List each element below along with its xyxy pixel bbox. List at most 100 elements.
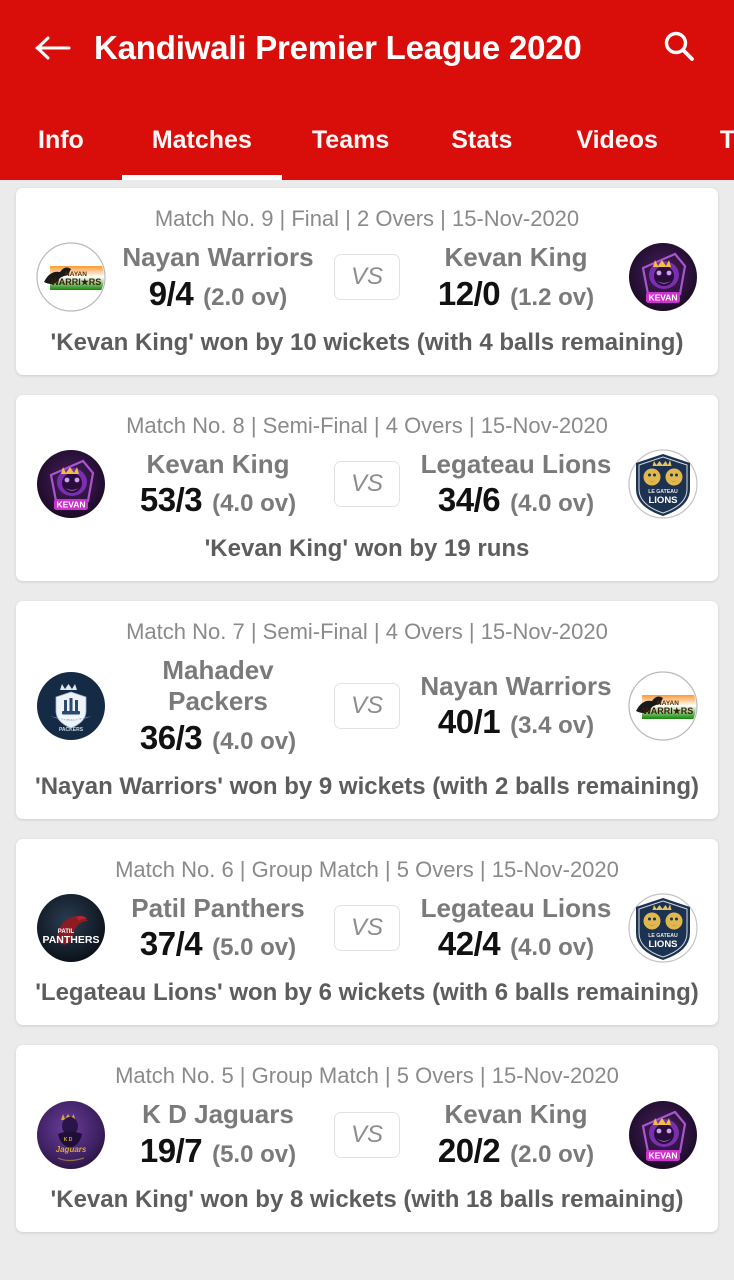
tab-label: Videos — [576, 126, 658, 154]
match-body: PATIL PANTHERS Patil Panthers 37/4 (5.0 ov… — [26, 891, 708, 970]
team-side-right: NAYAN WARRI★RS Nayan Warriors 40/1 (3.4 ov… — [404, 671, 698, 742]
vs-badge: VS — [334, 254, 400, 301]
team-score: 36/3 — [139, 718, 203, 756]
vs-badge: VS — [334, 461, 400, 507]
score-row: 20/2 (2.0 ov) — [438, 1132, 594, 1170]
match-result: 'Nayan Warriors' won by 9 wickets (with … — [34, 772, 700, 800]
svg-text:WARRI★RS: WARRI★RS — [643, 706, 694, 716]
team-block: K D Jaguars 19/7 (5.0 ov) — [106, 1099, 330, 1170]
team-block: Legateau Lions 42/4 (4.0 ov) — [404, 893, 628, 964]
team-name: Nayan Warriors — [420, 670, 612, 701]
tab-label: Teams — [311, 126, 390, 154]
svg-text:KEVAN: KEVAN — [648, 293, 677, 303]
team-side-right: KEVAN Kevan King 12/0 (1.2 ov) — [404, 242, 698, 313]
vs-badge: VS — [334, 905, 400, 952]
arrow-left-icon — [34, 33, 72, 63]
back-button[interactable] — [26, 21, 80, 75]
team-score: 19/7 — [139, 1132, 203, 1170]
team-overs: (1.2 ov) — [510, 283, 595, 311]
tab-active-indicator — [544, 175, 690, 180]
tab-stats[interactable]: Stats — [419, 96, 544, 180]
team-block: Mahadev Packers 36/3 (4.0 ov) — [106, 655, 330, 756]
team-name: K D Jaguars — [142, 1099, 294, 1130]
team-name: Legateau Lions — [420, 448, 612, 479]
score-row: 9/4 (2.0 ov) — [149, 275, 287, 313]
tab-active-indicator — [0, 175, 122, 180]
svg-text:WARRI★RS: WARRI★RS — [51, 277, 102, 287]
tab-label: Tab — [719, 126, 734, 154]
match-card[interactable]: Match No. 7 | Semi-Final | 4 Overs | 15-… — [16, 601, 718, 819]
match-body: K D Jaguars K D Jaguars19/7(5.0 ov)VS — [26, 1097, 708, 1176]
team-name: Patil Panthers — [131, 892, 305, 923]
team-score: 42/4 — [437, 925, 501, 963]
match-card[interactable]: Match No. 9 | Final | 2 Overs | 15-Nov-2… — [16, 188, 718, 375]
score-row: 19/7 (5.0 ov) — [140, 1132, 296, 1170]
search-button[interactable] — [654, 23, 704, 73]
team-side-right: KEVAN Kevan King 20/2 (2.0 ov) — [404, 1099, 698, 1170]
nayan-warriors-logo: NAYAN WARRI★RS — [36, 242, 106, 312]
match-meta: Match No. 5 | Group Match | 5 Overs | 15… — [115, 1063, 619, 1089]
team-score: 53/3 — [139, 481, 203, 519]
team-side-right: LE GATEAU LIONS Legateau Lions 42/4 (4.0 o… — [404, 893, 698, 964]
team-name: Kevan King — [146, 448, 290, 479]
app-bar: Kandiwali Premier League 2020 Info Matche… — [0, 0, 734, 180]
matches-list[interactable]: Match No. 9 | Final | 2 Overs | 15-Nov-2… — [0, 180, 734, 1280]
mahadev-packers-logo: MAHADEV PACKERS — [36, 671, 106, 741]
nayan-warriors-logo: NAYAN WARRI★RS — [628, 671, 698, 741]
match-body: NAYAN WARRI★RS Nayan Warriors 9/4 (2.0 ov)… — [26, 240, 708, 319]
team-side-left: KEVAN Kevan King 53/3 (4.0 ov) — [36, 449, 330, 520]
vs-badge: VS — [334, 1111, 400, 1158]
kd-jaguars-logo: K D Jaguars — [36, 1100, 106, 1170]
team-block: Nayan Warriors 40/1 (3.4 ov) — [404, 671, 628, 742]
score-row: 34/6 (4.0 ov) — [438, 481, 594, 519]
tab-bar[interactable]: Info Matches Teams Stats Videos Tab — [0, 96, 734, 180]
search-icon — [659, 26, 699, 71]
svg-text:LIONS: LIONS — [648, 939, 677, 950]
score-row: 37/4 (5.0 ov) — [140, 925, 296, 963]
kevan-king-logo: KEVAN — [628, 1100, 698, 1170]
tab-info[interactable]: Info — [0, 96, 122, 180]
team-score: 9/4 — [148, 274, 194, 312]
team-name: Nayan Warriors — [122, 242, 314, 272]
match-card[interactable]: Match No. 6 | Group Match | 5 Overs | 15… — [16, 838, 718, 1026]
match-card[interactable]: Match No. 5 | Group Match | 5 Overs | 15… — [16, 1045, 718, 1233]
svg-text:KEVAN: KEVAN — [648, 1150, 677, 1160]
team-side-right: LE GATEAU LIONS Legateau Lions 34/6 (4.0 o… — [404, 449, 698, 520]
match-meta: Match No. 8 | Semi-Final | 4 Overs | 15-… — [126, 412, 608, 438]
tab-label: Stats — [451, 126, 513, 154]
tab-matches[interactable]: Matches — [121, 96, 282, 180]
svg-text:PANTHERS: PANTHERS — [43, 934, 100, 946]
kevan-king-logo: KEVAN — [628, 242, 698, 312]
team-block: Kevan King 12/0 (1.2 ov) — [404, 242, 628, 313]
team-block: Legateau Lions 34/6 (4.0 ov) — [404, 449, 628, 520]
tab-active-indicator — [690, 175, 734, 180]
score-row: 53/3 (4.0 ov) — [140, 481, 296, 519]
match-meta: Match No. 7 | Semi-Final | 4 Overs | 15-… — [126, 619, 608, 645]
team-score: 34/6 — [437, 481, 501, 519]
team-overs: (5.0 ov) — [212, 1141, 297, 1169]
match-card[interactable]: Match No. 8 | Semi-Final | 4 Overs | 15-… — [16, 394, 718, 582]
team-overs: (3.4 ov) — [510, 712, 595, 740]
tab-active-indicator — [419, 175, 544, 180]
tab-videos[interactable]: Videos — [544, 96, 690, 180]
kevan-king-logo: KEVAN — [36, 449, 106, 519]
match-meta: Match No. 9 | Final | 2 Overs | 15-Nov-2… — [154, 206, 580, 231]
team-overs: (5.0 ov) — [212, 934, 297, 962]
team-score: 40/1 — [437, 703, 501, 741]
vs-badge: VS — [334, 683, 400, 730]
team-overs: (2.0 ov) — [510, 1141, 595, 1169]
tab-active-indicator — [282, 175, 419, 180]
team-overs: (4.0 ov) — [510, 934, 595, 962]
team-side-left: MAHADEV PACKERS Mahadev Packers 36/3 (4.0 … — [36, 655, 330, 756]
team-block: Kevan King 53/3 (4.0 ov) — [106, 449, 330, 520]
tab-tab[interactable]: Tab — [690, 96, 734, 180]
tab-label: Matches — [151, 126, 252, 154]
svg-text:K D: K D — [64, 1137, 73, 1143]
team-side-left: NAYAN WARRI★RS Nayan Warriors 9/4 (2.0 ov) — [36, 242, 330, 313]
team-score: 12/0 — [437, 274, 501, 312]
team-overs: (4.0 ov) — [510, 490, 595, 518]
svg-text:Jaguars: Jaguars — [56, 1145, 87, 1154]
match-body: KEVAN Kevan King 53/3 (4.0 ov) VS LE GATEAU… — [26, 447, 708, 526]
match-result: 'Kevan King' won by 8 wickets (with 18 b… — [50, 1186, 684, 1214]
tab-teams[interactable]: Teams — [282, 96, 419, 180]
